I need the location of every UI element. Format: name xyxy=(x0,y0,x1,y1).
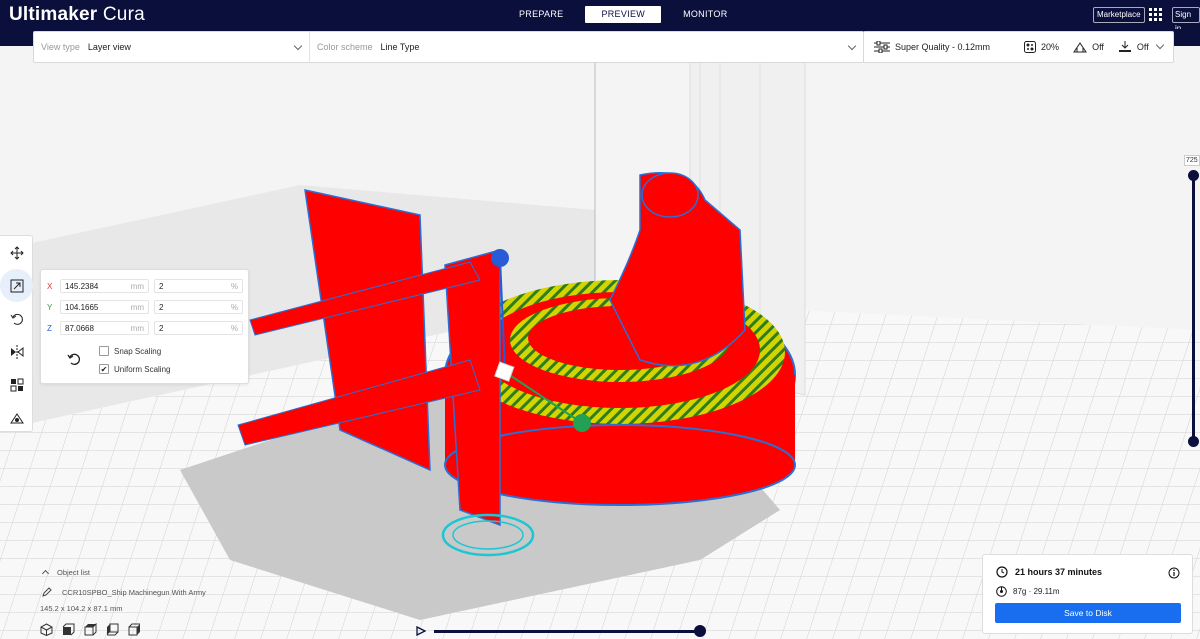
reset-icon xyxy=(67,353,80,365)
mirror-tool[interactable] xyxy=(0,335,33,368)
adhesion-setting[interactable]: Off xyxy=(1118,41,1149,53)
left-view-icon[interactable] xyxy=(106,623,119,636)
scale-z-percent-field[interactable]: 2% xyxy=(154,321,243,335)
chevron-down-icon[interactable] xyxy=(1155,40,1165,50)
mirror-icon xyxy=(10,344,23,359)
profile-setting[interactable]: Super Quality - 0.12mm xyxy=(874,41,990,53)
view-toolbar: View type Layer view Color scheme Line T… xyxy=(33,31,864,63)
view-type-dropdown[interactable]: View type Layer view xyxy=(34,32,310,62)
scale-z-mm-field[interactable]: 87.0668 mm xyxy=(60,321,149,335)
object-list-header: Object list xyxy=(57,568,90,577)
3d-view-icon[interactable] xyxy=(40,623,53,636)
scale-y-mm-field[interactable]: 104.1665 mm xyxy=(60,300,149,314)
scale-icon xyxy=(10,279,23,292)
snap-scaling-checkbox[interactable]: Snap Scaling xyxy=(99,346,161,356)
print-settings-panel[interactable]: Super Quality - 0.12mm 20% Off Off xyxy=(863,31,1174,63)
save-to-disk-button[interactable]: Save to Disk xyxy=(995,603,1181,623)
material-usage: 87g · 29.11m xyxy=(996,586,1060,597)
stage-tabs: PREPARE PREVIEW MONITOR xyxy=(500,6,747,23)
support-value: Off xyxy=(1092,42,1104,52)
scale-y-percent-field[interactable]: 2% xyxy=(154,300,243,314)
marketplace-button[interactable]: Marketplace xyxy=(1093,7,1145,23)
tab-monitor[interactable]: MONITOR xyxy=(667,6,743,23)
uniform-scaling-label: Uniform Scaling xyxy=(114,364,171,374)
apps-grid-icon[interactable] xyxy=(1149,8,1162,21)
scale-x-percent-field[interactable]: 2% xyxy=(154,279,243,293)
move-icon xyxy=(9,245,24,260)
object-list: Object list CCR10SPBO_Ship Machinegun Wi… xyxy=(40,568,206,636)
scale-y-row: Y 104.1665 mm 2% xyxy=(47,300,243,314)
support-setting[interactable]: Off xyxy=(1073,41,1104,53)
scale-tool[interactable] xyxy=(0,269,33,302)
scale-panel: X 145.2384 mm 2% Y 104.1665 mm 2% Z 87.066… xyxy=(40,269,249,384)
print-job-panel: 21 hours 37 minutes 87g · 29.11m Save to… xyxy=(982,554,1193,634)
support-blocker-icon xyxy=(9,412,24,423)
app-title: Ultimaker Cura xyxy=(9,3,145,25)
clock-icon xyxy=(996,566,1008,578)
top-view-icon[interactable] xyxy=(84,623,97,636)
camera-view-buttons xyxy=(40,623,206,636)
scale-z-row: Z 87.0668 mm 2% xyxy=(47,321,243,335)
view-type-label: View type xyxy=(41,42,80,52)
layer-slider-upper-handle[interactable] xyxy=(1188,170,1199,181)
snap-scaling-label: Snap Scaling xyxy=(114,346,162,356)
play-icon[interactable] xyxy=(416,626,426,636)
chevron-up-icon xyxy=(41,569,50,578)
object-list-item[interactable]: CCR10SPBO_Ship Machinegun With Army xyxy=(40,587,206,597)
color-scheme-label: Color scheme xyxy=(317,42,373,52)
uniform-scaling-checkbox[interactable]: ✔ Uniform Scaling xyxy=(99,364,170,374)
tab-prepare[interactable]: PREPARE xyxy=(503,6,579,23)
profile-value: Super Quality - 0.12mm xyxy=(895,42,991,52)
move-tool[interactable] xyxy=(0,236,33,269)
rotate-icon xyxy=(10,313,23,325)
rotate-tool[interactable] xyxy=(0,302,33,335)
layer-number-badge[interactable]: 725 xyxy=(1184,155,1200,166)
simulation-slider-handle[interactable] xyxy=(694,625,706,637)
object-name: CCR10SPBO_Ship Machinegun With Army xyxy=(62,587,206,597)
color-scheme-dropdown[interactable]: Color scheme Line Type xyxy=(310,32,863,62)
print-time: 21 hours 37 minutes xyxy=(996,566,1102,578)
simulation-slider-track[interactable] xyxy=(434,630,700,633)
chevron-down-icon xyxy=(847,41,857,51)
snap-scaling-box[interactable] xyxy=(99,346,109,356)
pencil-icon xyxy=(42,587,52,597)
axis-y-label: Y xyxy=(47,302,53,312)
front-view-icon[interactable] xyxy=(62,623,75,636)
chevron-down-icon xyxy=(293,41,303,51)
support-blocker-tool[interactable] xyxy=(0,401,33,434)
color-scheme-value: Line Type xyxy=(380,42,420,52)
tab-preview[interactable]: PREVIEW xyxy=(585,6,662,23)
top-bar: Ultimaker Cura PREPARE PREVIEW MONITOR M… xyxy=(0,0,1200,33)
axis-z-label: Z xyxy=(47,323,52,333)
per-model-settings-icon xyxy=(10,378,23,391)
right-view-icon[interactable] xyxy=(128,623,141,636)
view-type-value: Layer view xyxy=(87,42,131,52)
print-time-value: 21 hours 37 minutes xyxy=(1015,567,1103,577)
uniform-scaling-box[interactable]: ✔ xyxy=(99,364,109,374)
layer-slider-track[interactable] xyxy=(1192,175,1195,441)
axis-x-label: X xyxy=(47,281,53,291)
support-icon xyxy=(1073,42,1087,53)
object-list-toggle[interactable]: Object list xyxy=(40,568,206,578)
scale-x-row: X 145.2384 mm 2% xyxy=(47,279,243,293)
infill-icon xyxy=(1024,41,1037,53)
infill-setting[interactable]: 20% xyxy=(1024,41,1059,53)
reset-scale-button[interactable] xyxy=(67,352,81,369)
material-usage-value: 87g · 29.11m xyxy=(1013,587,1060,596)
infill-value: 20% xyxy=(1041,42,1060,52)
adhesion-value: Off xyxy=(1136,42,1149,52)
layer-slider-lower-handle[interactable] xyxy=(1188,436,1199,447)
tool-column xyxy=(0,235,33,432)
info-icon[interactable] xyxy=(1168,567,1180,579)
adhesion-icon xyxy=(1118,41,1131,52)
sign-in-button[interactable]: Sign in xyxy=(1172,7,1200,33)
sliders-icon xyxy=(874,41,890,53)
per-model-settings-tool[interactable] xyxy=(0,368,33,401)
object-dimensions: 145.2 x 104.2 x 87.1 mm xyxy=(40,604,123,613)
spool-icon xyxy=(996,586,1007,597)
scale-x-mm-field[interactable]: 145.2384 mm xyxy=(60,279,149,293)
